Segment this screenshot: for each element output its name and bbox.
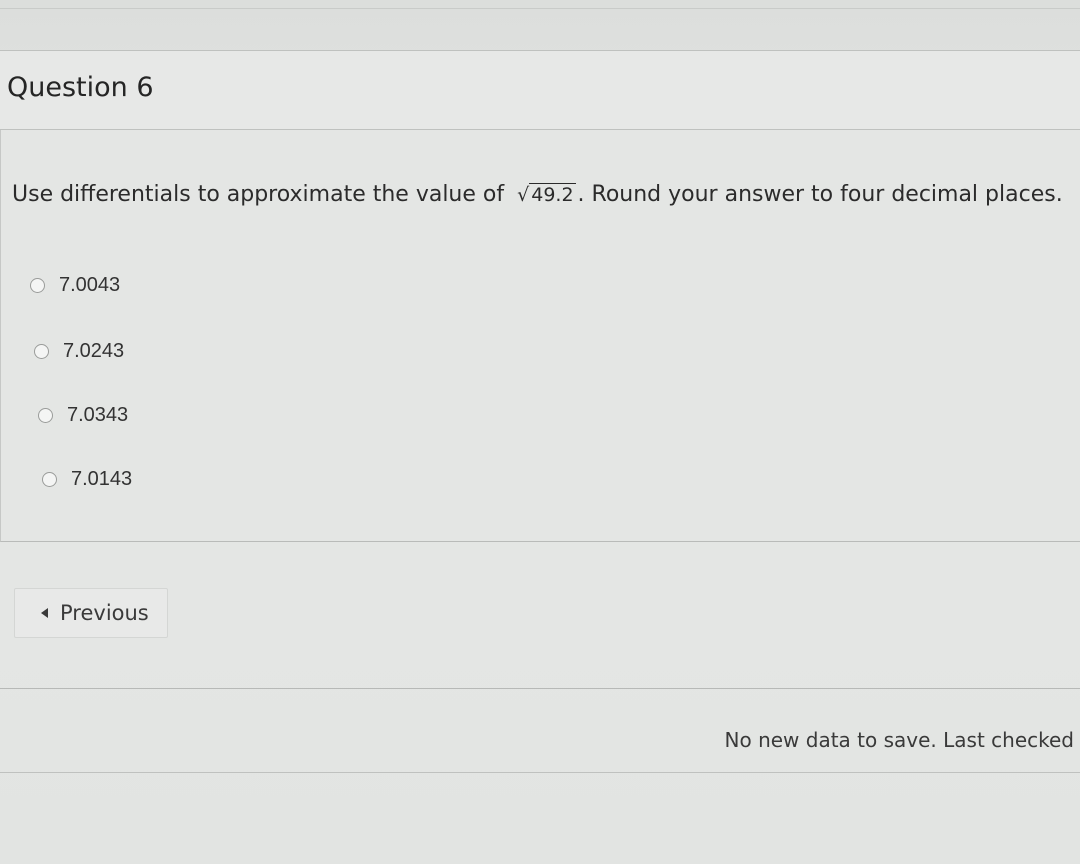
- radio-button[interactable]: [34, 344, 49, 359]
- question-prompt: Use differentials to approximate the val…: [12, 182, 1063, 207]
- footer-divider-bottom: [0, 772, 1080, 773]
- question-header: [0, 50, 1080, 130]
- previous-label: Previous: [60, 601, 149, 625]
- answer-option-label: 7.0143: [71, 468, 133, 490]
- sqrt-symbol: √: [517, 184, 530, 206]
- answer-option-2[interactable]: 7.0243: [34, 340, 124, 363]
- previous-button[interactable]: Previous: [14, 588, 168, 638]
- prompt-text-before: Use differentials to approximate the val…: [12, 182, 505, 207]
- top-divider: [0, 8, 1080, 9]
- square-root-expression: √ 49.2: [517, 182, 576, 207]
- question-title: Question 6: [7, 72, 154, 103]
- answer-option-label: 7.0043: [59, 274, 121, 296]
- radio-button[interactable]: [30, 278, 45, 293]
- answer-option-label: 7.0243: [63, 340, 125, 362]
- prompt-text-after: . Round your answer to four decimal plac…: [577, 182, 1063, 207]
- chevron-left-icon: [41, 608, 48, 618]
- quiz-page: Question 6 Use differentials to approxim…: [0, 0, 1080, 864]
- radio-button[interactable]: [38, 408, 53, 423]
- answer-option-label: 7.0343: [67, 404, 129, 426]
- autosave-status: No new data to save. Last checked: [724, 728, 1074, 752]
- answer-option-3[interactable]: 7.0343: [38, 404, 128, 427]
- radicand: 49.2: [529, 183, 576, 206]
- footer-divider-top: [0, 688, 1080, 689]
- answer-option-4[interactable]: 7.0143: [42, 468, 132, 491]
- radio-button[interactable]: [42, 472, 57, 487]
- answer-option-1[interactable]: 7.0043: [30, 274, 120, 297]
